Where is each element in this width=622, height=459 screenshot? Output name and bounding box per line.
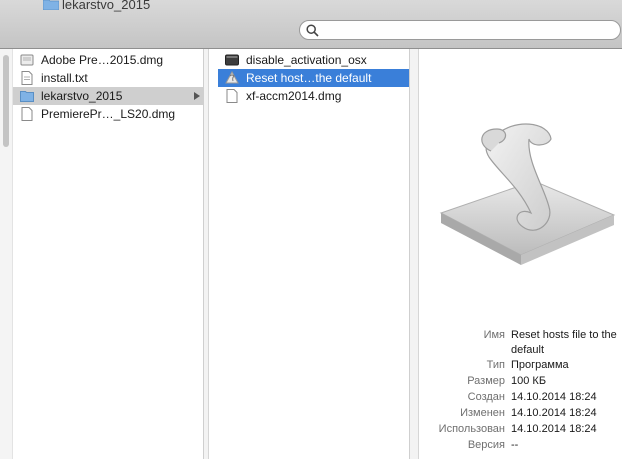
- text-document-icon: [21, 71, 33, 85]
- info-key-name: Имя: [483, 329, 505, 341]
- browser-column-1: Adobe Pre…2015.dmg install.txt lekarstvo…: [13, 49, 204, 459]
- list-item-label: disable_activation_osx: [246, 53, 367, 67]
- list-item[interactable]: PremierePr…_LS20.dmg: [13, 105, 203, 123]
- preview-pane: Имя Reset hosts file to the default Тип …: [419, 49, 622, 459]
- info-key-last-opened: Использован: [438, 423, 505, 435]
- disk-image-icon: [226, 89, 238, 103]
- info-value-created: 14.10.2014 18:24: [511, 391, 597, 403]
- info-value-version: --: [511, 439, 519, 451]
- info-key-kind: Тип: [486, 359, 505, 371]
- list-item-label: Reset host…the default: [246, 71, 372, 85]
- info-key-created: Создан: [467, 391, 505, 403]
- folder-icon: [43, 0, 59, 10]
- disk-image-icon: [20, 54, 34, 66]
- list-item-label: install.txt: [41, 71, 88, 85]
- search-field[interactable]: [299, 20, 621, 40]
- list-item[interactable]: Adobe Pre…2015.dmg: [13, 51, 203, 69]
- disk-image-icon: [21, 107, 33, 121]
- list-item-label: Adobe Pre…2015.dmg: [41, 53, 164, 67]
- list-item[interactable]: disable_activation_osx: [209, 51, 409, 69]
- column-scrollbar[interactable]: [0, 49, 13, 459]
- disclosure-arrow-icon: [194, 92, 200, 100]
- folder-icon: [20, 91, 34, 102]
- browser-column-2: disable_activation_osx Reset host…the de…: [209, 49, 410, 459]
- search-icon: [306, 24, 319, 37]
- list-item-label: lekarstvo_2015: [41, 89, 123, 103]
- column-divider[interactable]: [410, 49, 419, 459]
- info-value-name: Reset hosts file to the default: [511, 329, 617, 356]
- executable-icon: [225, 54, 239, 66]
- list-item[interactable]: install.txt: [13, 69, 203, 87]
- info-value-size: 100 КБ: [511, 375, 547, 387]
- list-item[interactable]: xf-accm2014.dmg: [209, 87, 409, 105]
- list-item-label: PremierePr…_LS20.dmg: [41, 107, 176, 121]
- info-key-modified: Изменен: [460, 407, 505, 419]
- info-key-size: Размер: [467, 375, 505, 387]
- window-folder-title: lekarstvo_2015: [62, 0, 151, 12]
- info-value-modified: 14.10.2014 18:24: [511, 407, 597, 419]
- list-item-selected[interactable]: Reset host…the default: [218, 69, 409, 87]
- script-app-icon: [225, 71, 239, 84]
- scrollbar-thumb[interactable]: [3, 55, 9, 147]
- list-item-selected[interactable]: lekarstvo_2015: [13, 87, 203, 105]
- info-value-kind: Программа: [511, 359, 569, 371]
- list-item-label: xf-accm2014.dmg: [246, 89, 342, 103]
- applescript-scroll-icon: [439, 123, 616, 265]
- finder-toolbar: lekarstvo_2015: [0, 0, 622, 49]
- info-value-last-opened: 14.10.2014 18:24: [511, 423, 597, 435]
- info-key-version: Версия: [467, 439, 505, 451]
